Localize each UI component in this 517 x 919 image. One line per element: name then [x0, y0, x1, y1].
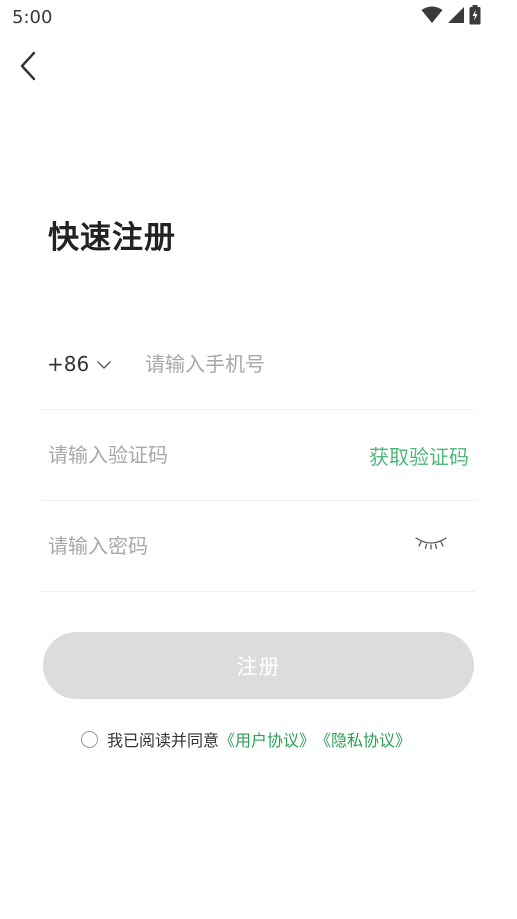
password-field-row: [41, 500, 475, 592]
password-input[interactable]: [48, 528, 388, 564]
register-button[interactable]: 注册: [43, 632, 474, 699]
page-title: 快速注册: [48, 220, 176, 256]
eye-closed-icon: [414, 535, 448, 555]
chevron-down-icon: [97, 355, 111, 374]
phone-field-row: +86: [41, 318, 475, 410]
chevron-left-icon: [18, 50, 38, 86]
phone-input[interactable]: [145, 346, 465, 382]
signal-icon: [447, 6, 465, 28]
country-code-label: +86: [47, 352, 90, 376]
country-code-selector[interactable]: +86: [47, 350, 111, 378]
wifi-icon: [421, 6, 443, 28]
get-code-button[interactable]: 获取验证码: [369, 441, 469, 470]
privacy-policy-link[interactable]: 《隐私协议》: [315, 727, 411, 751]
status-bar: 5:00: [0, 0, 517, 36]
verification-code-input[interactable]: [48, 437, 348, 473]
password-visibility-toggle[interactable]: [411, 530, 451, 560]
status-icons: [421, 5, 481, 29]
agreement-prefix: 我已阅读并同意: [107, 731, 220, 750]
agreement-row: 我已阅读并同意 《用户协议》 《隐私协议》: [81, 728, 411, 750]
battery-charging-icon: [469, 5, 481, 29]
agree-checkbox[interactable]: [81, 730, 98, 748]
status-time: 5:00: [12, 7, 53, 28]
user-agreement-link[interactable]: 《用户协议》: [219, 727, 315, 751]
back-button[interactable]: [10, 48, 46, 88]
code-field-row: 获取验证码: [41, 409, 475, 501]
